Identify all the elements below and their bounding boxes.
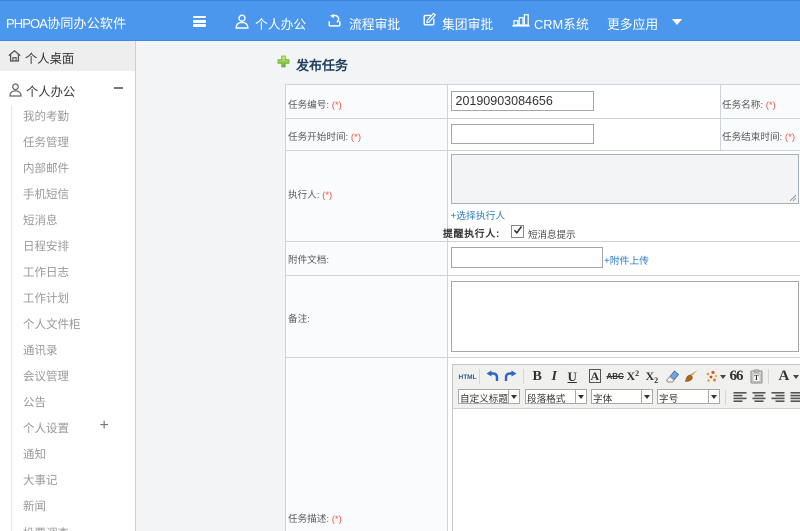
- svg-text:T: T: [754, 374, 759, 382]
